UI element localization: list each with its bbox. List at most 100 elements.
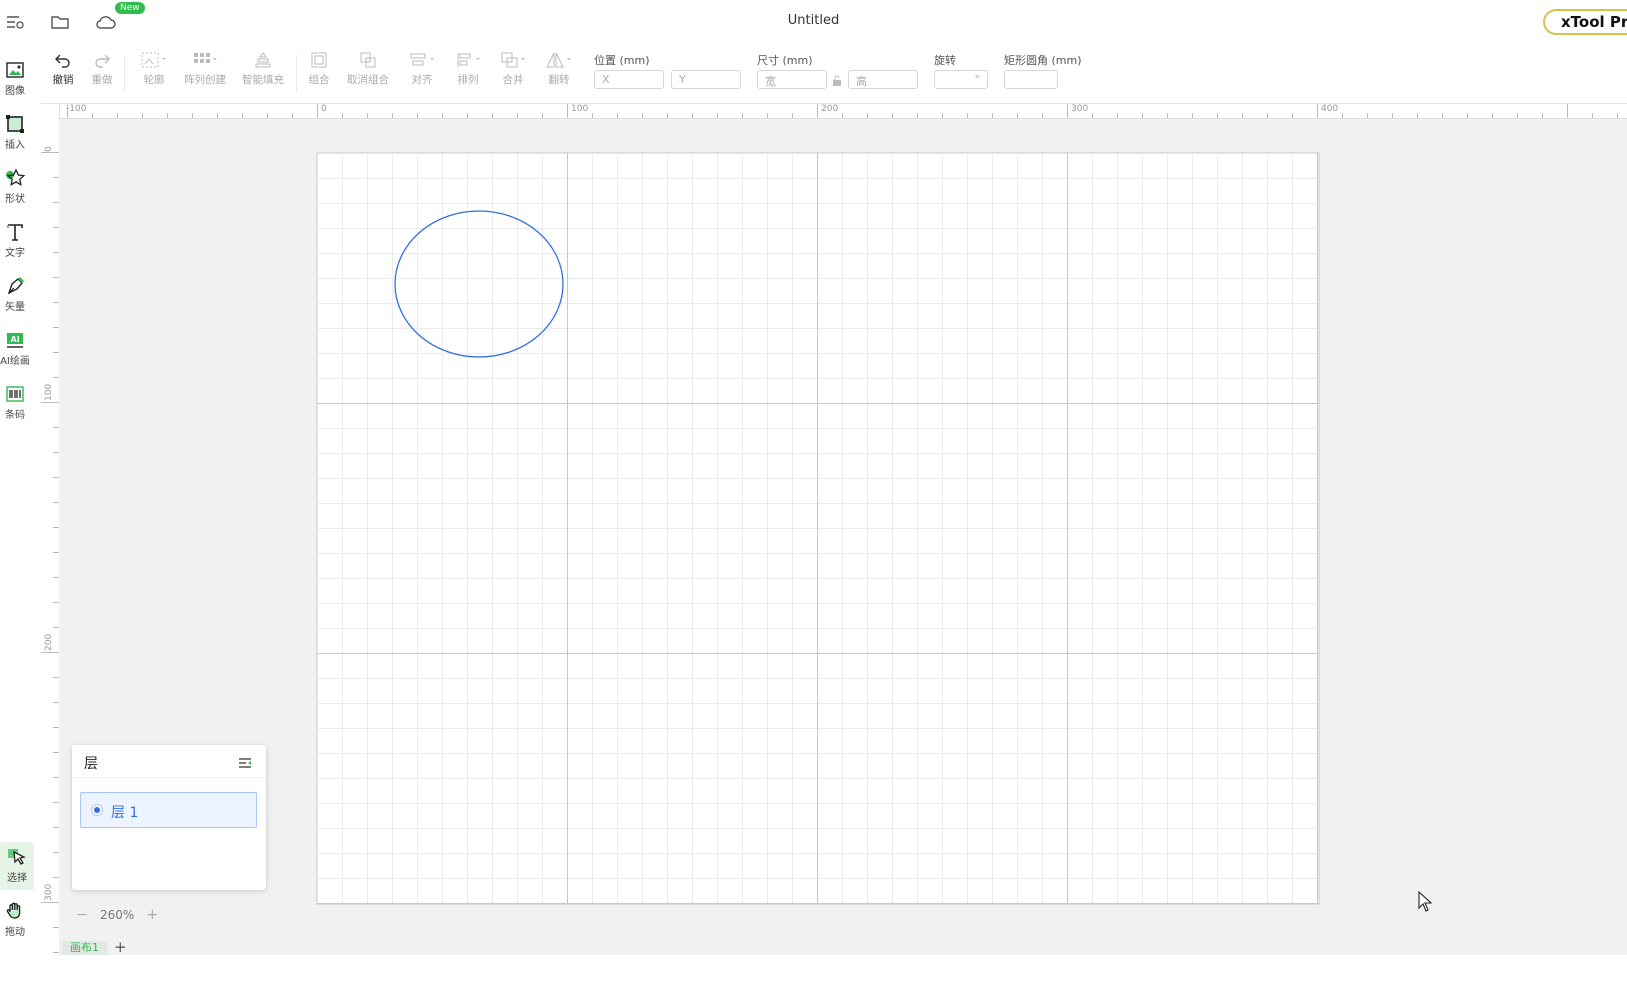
position-y-input[interactable]: Y [671,70,741,89]
image-icon [6,62,24,78]
layer-item[interactable]: 层 1 [80,792,257,828]
sidebar-item-label: 选择 [7,873,27,884]
flip-label: 翻转 [548,74,570,86]
undo-icon [55,54,70,68]
sidebar-item-select[interactable]: 选择 [0,842,34,890]
size-label: 尺寸 (mm) [757,54,813,67]
undo-button[interactable]: 撤销 [51,51,75,97]
smart-fill-label: 智能填充 [242,74,284,86]
layer-panel-header [72,745,266,778]
sidebar-item-image[interactable]: 图像 [0,55,30,103]
corner-radius-label: 矩形圆角 (mm) [1004,54,1082,67]
combine-button[interactable]: 合并 [498,51,528,97]
add-canvas-button[interactable]: + [114,939,127,955]
left-sidebar: 图像 插入 形状 文字 矢量 AI AI绘画 条码 选择 拖动 [0,45,42,991]
sidebar-item-label: 形状 [5,194,25,205]
sidebar-item-vector[interactable]: 矢量 [0,271,30,319]
barcode-icon [6,386,24,402]
position-label: 位置 (mm) [594,54,650,67]
height-input[interactable]: 高 [848,70,918,89]
zoom-in-button[interactable]: + [142,905,162,925]
work-area[interactable] [59,119,1627,939]
ruler-label: 100 [571,104,589,114]
corner-radius-input[interactable] [1004,70,1058,89]
sidebar-item-label: 文字 [5,248,25,259]
canvas-area[interactable] [59,119,1627,939]
ruler-label: 200 [821,104,839,114]
rotate-input[interactable]: ° [934,70,988,89]
smart-fill-icon [255,52,271,68]
sidebar-item-label: AI绘画 [0,356,30,367]
undo-label: 撤销 [52,74,74,86]
canvas-tab[interactable]: 画布1 [62,941,107,955]
hand-icon [6,902,21,919]
lock-ratio-icon[interactable] [831,73,843,92]
align-icon [410,53,434,66]
flip-button[interactable]: 翻转 [544,51,574,97]
sidebar-item-insert[interactable]: 插入 [0,109,30,157]
ruler-label: 200 [44,633,54,651]
sidebar-item-ai-paint[interactable]: AI AI绘画 [0,325,30,373]
ruler-label: 300 [1071,104,1089,114]
arrange-icon [457,53,480,67]
top-ruler: -100 0 100 200 300 400 [41,104,1627,119]
sidebar-item-label: 拖动 [5,927,25,938]
combine-label: 合并 [502,74,524,86]
redo-icon [95,54,110,68]
flip-icon [546,52,571,68]
group-icon [311,52,327,68]
width-input[interactable]: 宽 [757,70,827,89]
rotate-label: 旋转 [934,54,956,67]
outline-button[interactable]: 轮廓 [139,51,169,97]
sidebar-item-shape[interactable]: 形状 [0,163,30,211]
toolbar-divider [124,55,125,93]
title-bar: New Untitled xTool Pro [0,0,1627,46]
pen-icon [7,277,24,295]
layer-color-dot[interactable] [91,804,103,816]
zoom-control: − 260% + [72,905,162,925]
canvas-tab-bar [59,939,1627,955]
ruler-label: 100 [44,383,54,401]
shape-star-icon [6,168,26,186]
mouse-cursor-icon [1418,890,1434,917]
ruler-label: 300 [44,883,54,901]
insert-icon [6,115,24,133]
sidebar-item-label: 插入 [5,140,25,151]
outline-label: 轮廓 [143,74,165,86]
combine-icon [501,52,525,68]
position-x-input[interactable]: X [594,70,664,89]
sidebar-item-pan[interactable]: 拖动 [0,896,30,944]
ruler-label: 400 [1321,104,1339,114]
left-ruler: 0 100 200 300 [41,118,60,991]
toolbar-divider [296,55,297,93]
ungroup-button[interactable]: 取消组合 [346,51,390,97]
align-button[interactable]: 对齐 [407,51,437,97]
zoom-out-button[interactable]: − [72,905,92,925]
ruler-corner [41,104,60,119]
sidebar-item-label: 条码 [5,410,25,421]
array-icon [194,53,217,63]
array-button[interactable]: 阵列创建 [183,51,227,97]
sidebar-item-barcode[interactable]: 条码 [0,379,30,427]
left-ruler-ticks [41,152,59,978]
ungroup-label: 取消组合 [347,74,389,86]
layer-name: 层 1 [111,805,139,821]
smart-fill-button[interactable]: 智能填充 [241,51,285,97]
arrange-button[interactable]: 排列 [453,51,483,97]
sidebar-item-text[interactable]: 文字 [0,217,30,265]
layer-panel-title: 层 [84,756,98,772]
sidebar-item-label: 矢量 [5,302,25,313]
array-label: 阵列创建 [184,74,226,86]
group-label: 组合 [308,74,330,86]
svg-text:AI: AI [11,335,20,344]
toolbar: 撤销 重做 轮廓 阵列创建 智能填充 组合 取消组合 对齐 排列 合并 翻转 位… [41,45,1627,104]
xtool-pro-button[interactable]: xTool Pro [1543,9,1627,35]
text-icon [7,224,23,241]
layer-menu-icon[interactable] [238,754,252,773]
ai-paint-icon: AI [7,333,23,348]
align-label: 对齐 [411,74,433,86]
document-title: Untitled [787,13,840,28]
redo-button[interactable]: 重做 [90,51,114,97]
arrange-label: 排列 [457,74,479,86]
group-button[interactable]: 组合 [307,51,331,97]
